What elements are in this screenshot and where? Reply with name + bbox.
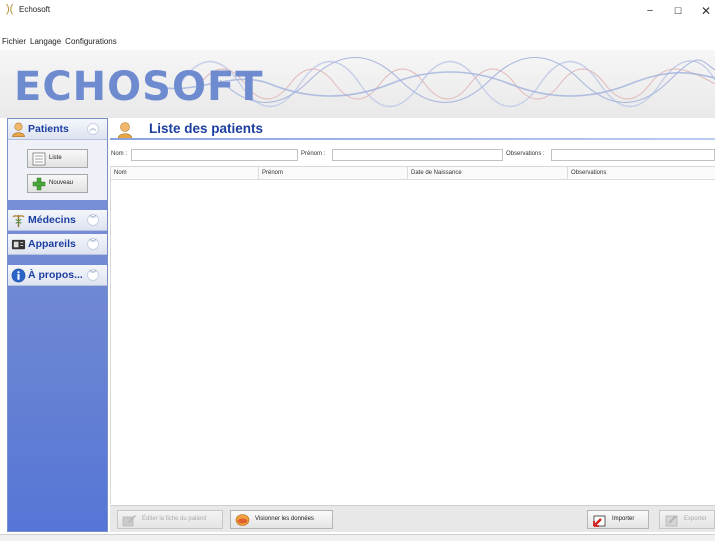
sidebar-section-label: Patients bbox=[28, 123, 69, 135]
bottom-toolbar: Éditer la fiche du patient Visionner les… bbox=[110, 505, 715, 532]
chevron-up-icon[interactable]: ︽ bbox=[87, 123, 99, 135]
patient-icon bbox=[117, 122, 133, 139]
view-data-button[interactable]: Visionner les données bbox=[230, 510, 333, 529]
chevron-down-icon[interactable]: ︾ bbox=[87, 214, 99, 226]
info-icon bbox=[11, 268, 26, 283]
patient-icon bbox=[12, 122, 25, 137]
import-icon bbox=[593, 515, 606, 527]
window-title: Echosoft bbox=[19, 5, 51, 14]
edit-patient-button[interactable]: Éditer la fiche du patient bbox=[117, 510, 223, 529]
minimize-button[interactable]: − bbox=[636, 0, 664, 22]
sidebar-section-medecins[interactable]: Médecins ︾ bbox=[8, 210, 107, 231]
column-header-prenom[interactable]: Prénom bbox=[259, 167, 408, 180]
app-banner: ECHOSOFT bbox=[0, 50, 715, 118]
observations-filter-input[interactable] bbox=[551, 149, 715, 161]
sidebar-section-appareils[interactable]: Appareils ︾ bbox=[8, 234, 107, 255]
chevron-down-icon[interactable]: ︾ bbox=[87, 238, 99, 250]
menu-configurations[interactable]: Configurations bbox=[65, 37, 117, 49]
observations-filter-label: Observations : bbox=[506, 151, 545, 157]
sidebar-section-label: À propos... bbox=[28, 269, 83, 281]
list-icon bbox=[32, 152, 46, 166]
sidebar: Patients ︽ Liste Nouveau Médecins ︾ Appa… bbox=[7, 118, 108, 532]
nom-filter-label: Nom : bbox=[111, 151, 128, 157]
import-label: Importer bbox=[612, 516, 635, 522]
view-data-label: Visionner les données bbox=[255, 516, 314, 522]
view-data-icon bbox=[235, 514, 250, 526]
caduceus-icon bbox=[12, 214, 25, 228]
sidebar-section-a-propos[interactable]: À propos... ︾ bbox=[8, 265, 107, 286]
maximize-button[interactable]: ☐ bbox=[664, 0, 692, 22]
title-bar: )( Echosoft − ☐ ✕ bbox=[0, 0, 715, 36]
chevron-down-icon[interactable]: ︾ bbox=[87, 269, 99, 281]
sidebar-item-nouveau[interactable]: Nouveau bbox=[27, 174, 88, 193]
import-button[interactable]: Importer bbox=[587, 510, 649, 529]
sidebar-item-liste[interactable]: Liste bbox=[27, 149, 88, 168]
title-divider bbox=[110, 138, 715, 140]
menu-bar: Fichier Langage Configurations bbox=[0, 37, 117, 49]
patients-table[interactable]: Nom Prénom Date de Naissance Observation… bbox=[110, 166, 715, 504]
sidebar-section-label: Appareils bbox=[28, 238, 76, 250]
nom-filter-input[interactable] bbox=[131, 149, 298, 161]
menu-fichier[interactable]: Fichier bbox=[2, 37, 26, 49]
column-header-observations[interactable]: Observations bbox=[568, 167, 715, 180]
device-icon bbox=[11, 239, 26, 250]
column-header-date-naissance[interactable]: Date de Naissance bbox=[408, 167, 568, 180]
echosoft-app-icon: )( bbox=[6, 3, 14, 15]
prenom-filter-input[interactable] bbox=[332, 149, 503, 161]
sidebar-item-label: Nouveau bbox=[49, 180, 74, 186]
sidebar-item-label: Liste bbox=[49, 155, 62, 161]
edit-patient-label: Éditer la fiche du patient bbox=[142, 516, 207, 522]
menu-langage[interactable]: Langage bbox=[30, 37, 61, 49]
filter-row: Nom : Prénom : Observations : bbox=[110, 149, 715, 163]
column-header-nom[interactable]: Nom bbox=[111, 167, 259, 180]
page-title: Liste des patients bbox=[149, 121, 264, 136]
export-button[interactable]: Exporter bbox=[659, 510, 715, 529]
export-icon bbox=[665, 515, 678, 527]
status-bar bbox=[0, 534, 715, 541]
echosoft-logo: ECHOSOFT bbox=[14, 64, 264, 110]
export-label: Exporter bbox=[684, 516, 707, 522]
prenom-filter-label: Prénom : bbox=[301, 151, 326, 157]
close-button[interactable]: ✕ bbox=[692, 0, 715, 22]
plus-icon bbox=[32, 177, 46, 191]
edit-icon bbox=[122, 515, 136, 527]
sidebar-section-label: Médecins bbox=[28, 214, 76, 226]
patients-section-body: Liste Nouveau bbox=[8, 140, 107, 200]
sidebar-section-patients[interactable]: Patients ︽ bbox=[8, 119, 107, 140]
